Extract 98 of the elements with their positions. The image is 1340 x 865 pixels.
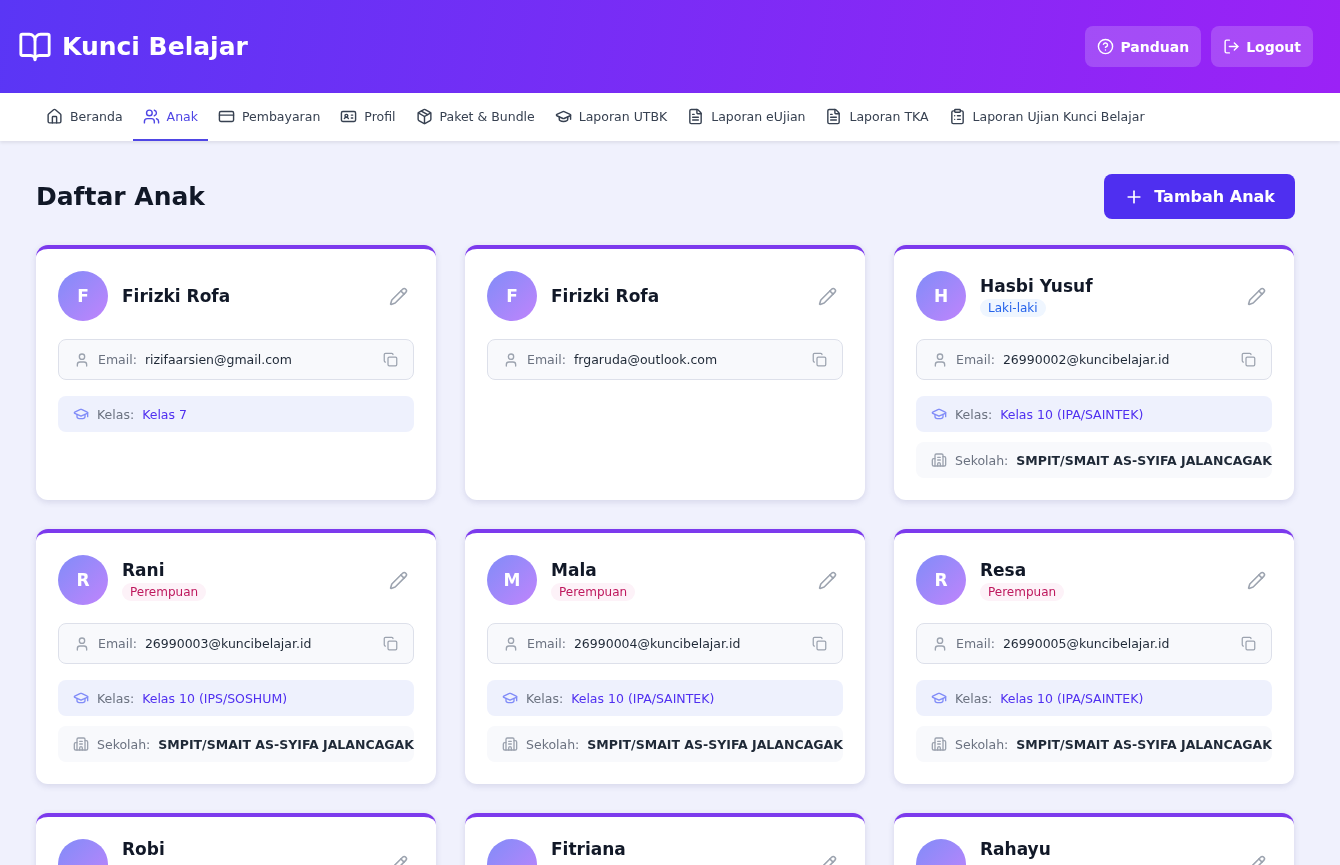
field-value: Kelas 10 (IPA/SAINTEK) (571, 690, 716, 706)
child-name: Rani (122, 559, 165, 580)
graduation-cap-icon (73, 406, 89, 422)
building-icon (502, 736, 518, 752)
copy-icon[interactable] (383, 352, 398, 367)
child-name: Resa (980, 559, 1027, 580)
field-label: Sekolah: (97, 736, 151, 752)
child-name: Firizki Rofa (122, 286, 231, 306)
logout-button[interactable]: Logout (1211, 26, 1313, 67)
gender-badge: Perempuan (551, 582, 636, 601)
brand-name: Kunci Belajar (62, 32, 248, 61)
copy-icon[interactable] (1241, 636, 1256, 651)
child-name: Firizki Rofa (551, 286, 660, 306)
field-label: Kelas: (955, 690, 993, 706)
copy-icon[interactable] (1241, 352, 1256, 367)
nav-tab[interactable]: Anak (132, 93, 208, 141)
help-icon (1097, 38, 1115, 55)
field-value: Kelas 10 (IPA/SAINTEK) (1000, 690, 1145, 706)
nav-tab[interactable]: Paket & Bundle (405, 93, 545, 141)
user-icon (74, 635, 90, 652)
edit-icon[interactable] (1247, 286, 1266, 306)
document-icon (687, 107, 705, 125)
field-label: Email: (527, 636, 566, 651)
child-name: Fitriana (551, 839, 626, 859)
edit-icon[interactable] (389, 570, 408, 590)
package-icon (415, 107, 433, 125)
field-label: Sekolah: (955, 736, 1009, 752)
document-icon (825, 107, 843, 125)
field-label: Email: (527, 352, 566, 367)
child-name: Mala (551, 559, 597, 580)
field-value: 26990004@kuncibelajar.id (573, 636, 742, 651)
child-name: Rahayu (980, 839, 1051, 859)
user-icon (932, 635, 948, 652)
copy-icon[interactable] (812, 352, 827, 367)
graduation-cap-icon (502, 690, 518, 706)
field-value: 26990003@kuncibelajar.id (144, 636, 313, 651)
field-label: Kelas: (955, 406, 993, 422)
user-icon (503, 635, 519, 652)
clipboard-icon (948, 107, 966, 125)
field-label: Kelas: (97, 690, 135, 706)
avatar: R (916, 555, 966, 605)
gender-badge: Perempuan (122, 582, 207, 601)
field-value: 26990002@kuncibelajar.id (1002, 352, 1171, 367)
field-label: Kelas: (97, 406, 135, 422)
building-icon (931, 452, 947, 468)
copy-icon[interactable] (383, 636, 398, 651)
child-name: Hasbi Yusuf (980, 275, 1093, 296)
nav-tab[interactable]: Laporan eUjian (677, 93, 816, 141)
edit-icon[interactable] (818, 570, 837, 590)
users-icon (142, 107, 160, 125)
field-value: Kelas 10 (IPS/SOSHUM) (142, 690, 289, 706)
field-value: rizifaarsien@gmail.com (144, 352, 293, 367)
field-value: Kelas 7 (142, 406, 188, 422)
field-label: Sekolah: (955, 452, 1009, 468)
field-label: Email: (98, 636, 137, 651)
page-title: Daftar Anak (36, 182, 205, 211)
field-label: Sekolah: (526, 736, 580, 752)
user-icon (74, 351, 90, 368)
field-label: Kelas: (526, 690, 564, 706)
field-label: Email: (956, 636, 995, 651)
copy-icon[interactable] (812, 636, 827, 651)
edit-icon[interactable] (1247, 570, 1266, 590)
nav-tab[interactable]: Beranda (36, 93, 133, 141)
logout-icon (1223, 38, 1241, 55)
nav-tab[interactable]: Laporan TKA (815, 93, 939, 141)
guide-button[interactable]: Panduan (1085, 26, 1202, 67)
field-value: SMPIT/SMAIT AS-SYIFA JALANCAGAK (1016, 452, 1272, 468)
building-icon (73, 736, 89, 752)
house-icon (46, 107, 63, 125)
edit-icon[interactable] (818, 286, 837, 306)
field-value: 26990005@kuncibelajar.id (1002, 636, 1171, 651)
nav-tab[interactable]: Profil (330, 93, 406, 141)
avatar: F (58, 271, 108, 321)
gender-badge: Laki-laki (980, 298, 1046, 317)
field-value: SMPIT/SMAIT AS-SYIFA JALANCAGAK (158, 736, 414, 752)
field-label: Email: (98, 352, 137, 367)
field-value: SMPIT/SMAIT AS-SYIFA JALANCAGAK (1016, 736, 1272, 752)
field-label: Email: (956, 352, 995, 367)
field-value: Kelas 10 (IPA/SAINTEK) (1000, 406, 1145, 422)
gender-badge: Perempuan (980, 582, 1065, 601)
edit-icon[interactable] (389, 286, 408, 306)
nav-tab[interactable]: Laporan UTBK (544, 93, 678, 141)
avatar: M (487, 555, 537, 605)
user-icon (932, 351, 948, 368)
field-value: frgaruda@outlook.com (573, 352, 719, 367)
graduation-cap-icon (931, 690, 947, 706)
avatar: H (916, 271, 966, 321)
child-name: Robi (122, 839, 165, 859)
avatar: R (58, 555, 108, 605)
user-icon (503, 351, 519, 368)
nav-tab[interactable]: Pembayaran (207, 93, 331, 141)
graduation-cap-icon (73, 690, 89, 706)
avatar: F (487, 271, 537, 321)
building-icon (931, 736, 947, 752)
nav-tab[interactable]: Laporan Ujian Kunci Belajar (938, 93, 1155, 141)
add-child-button[interactable]: Tambah Anak (1104, 174, 1295, 219)
field-value: SMPIT/SMAIT AS-SYIFA JALANCAGAK (587, 736, 843, 752)
graduation-cap-icon (931, 406, 947, 422)
